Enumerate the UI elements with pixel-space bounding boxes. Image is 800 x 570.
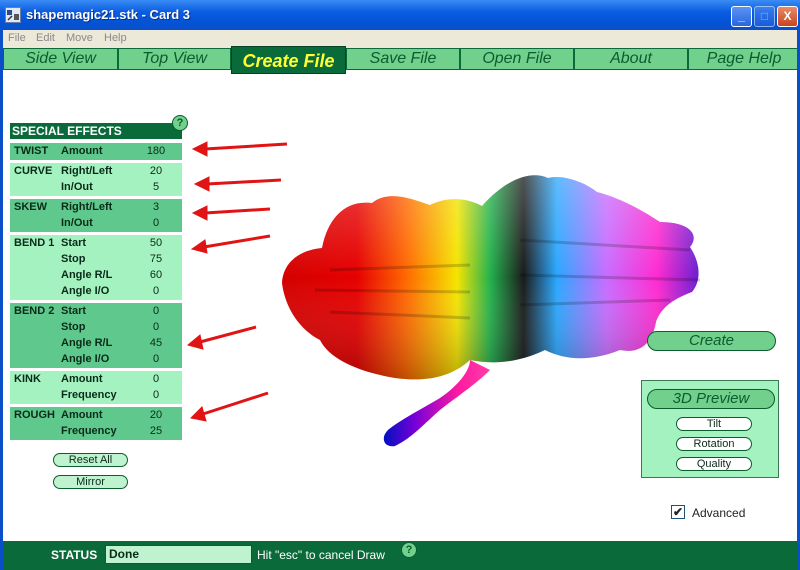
tilt-button[interactable]: Tilt	[676, 417, 752, 431]
arrow-icon	[191, 141, 288, 157]
create-button[interactable]: Create	[647, 331, 776, 351]
status-label: STATUS	[51, 548, 98, 562]
quality-button[interactable]: Quality	[676, 457, 752, 471]
status-field: Done	[105, 545, 252, 564]
rotation-button[interactable]: Rotation	[676, 437, 752, 451]
advanced-label: Advanced	[692, 506, 746, 520]
canvas-overlay	[186, 141, 701, 447]
arrow-icon	[190, 234, 271, 254]
arrow-icon	[191, 205, 271, 221]
arrow-icon	[189, 391, 269, 422]
advanced-checkbox[interactable]: ✔	[671, 505, 685, 519]
arrow-icon	[193, 176, 282, 192]
window-border-left	[0, 30, 3, 570]
3d-shape-preview	[282, 175, 701, 447]
3d-preview-panel: 3D Preview Tilt Rotation Quality	[641, 380, 779, 478]
status-hint: Hit "esc" to cancel Draw	[257, 548, 385, 562]
arrow-icon	[186, 325, 257, 350]
status-help-icon[interactable]: ?	[401, 542, 417, 558]
app-window: shapemagic21.stk - Card 3 _ □ X File Edi…	[0, 0, 800, 570]
status-bar: STATUS Done Hit "esc" to cancel Draw ?	[3, 541, 800, 570]
3d-preview-button[interactable]: 3D Preview	[647, 389, 775, 409]
